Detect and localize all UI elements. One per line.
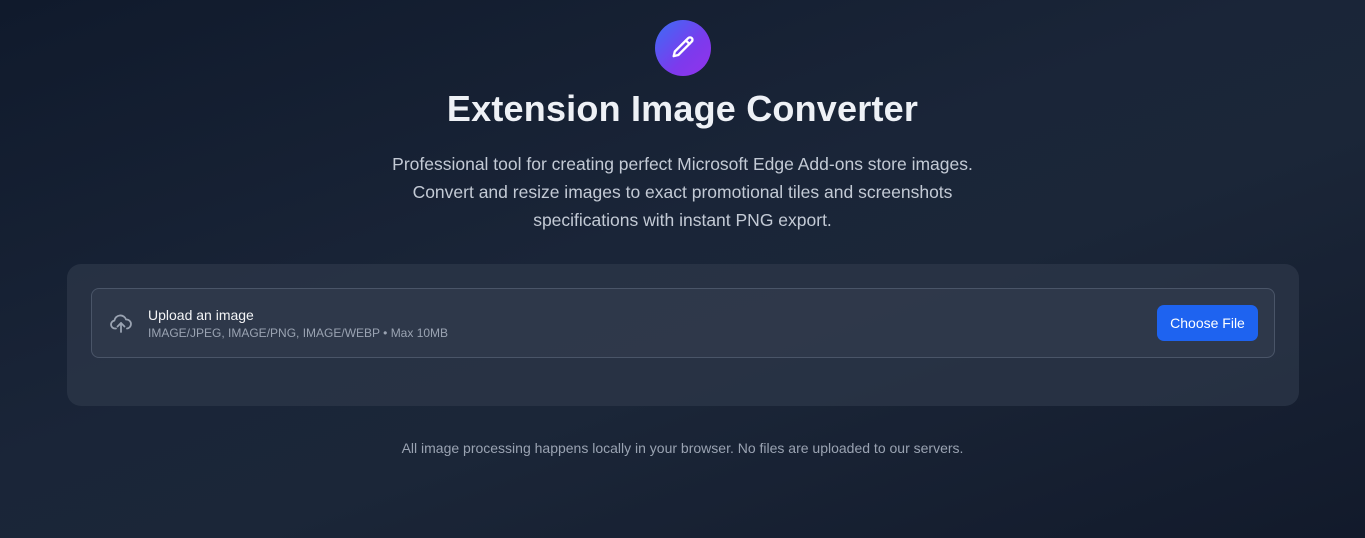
upload-title: Upload an image (148, 307, 254, 323)
upload-card: Upload an image IMAGE/JPEG, IMAGE/PNG, I… (67, 264, 1299, 406)
subtitle-line: Professional tool for creating perfect M… (392, 154, 973, 174)
page-title: Extension Image Converter (446, 88, 919, 129)
subtitle-line: specifications with instant PNG export. (533, 210, 832, 230)
choose-file-button[interactable]: Choose File (1157, 305, 1258, 341)
app-logo (655, 20, 711, 76)
pencil-icon (672, 36, 694, 58)
upload-hint: IMAGE/JPEG, IMAGE/PNG, IMAGE/WEBP • Max … (148, 326, 449, 340)
cloud-upload-icon (110, 314, 132, 333)
upload-dropzone[interactable]: Upload an image IMAGE/JPEG, IMAGE/PNG, I… (91, 288, 1275, 358)
page-subtitle: Professional tool for creating perfect M… (330, 150, 1035, 234)
subtitle-line: Convert and resize images to exact promo… (412, 182, 953, 202)
privacy-note: All image processing happens locally in … (401, 440, 964, 456)
